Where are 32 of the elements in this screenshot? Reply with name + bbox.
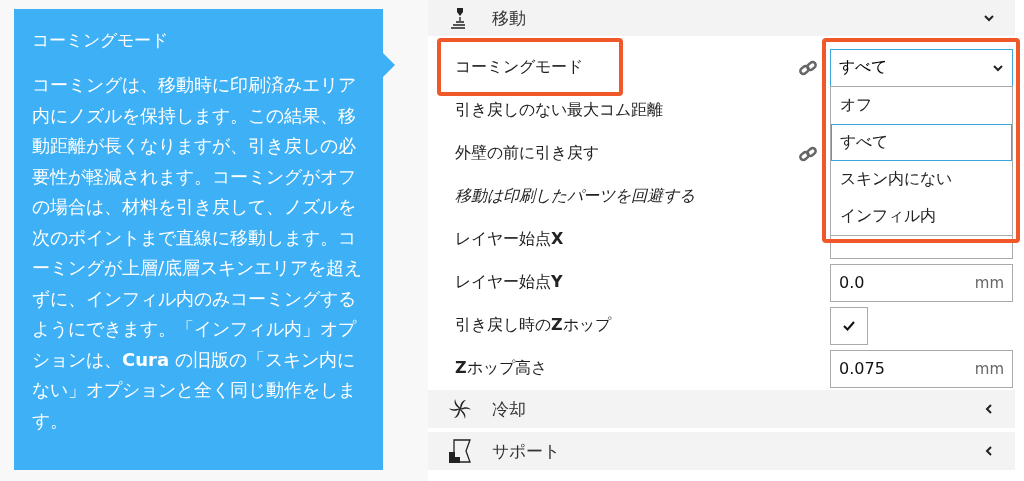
dropdown-option[interactable]: インフィル内 — [831, 198, 1012, 235]
unit-label: mm — [974, 273, 1004, 292]
checkbox[interactable] — [830, 306, 868, 345]
section-header[interactable]: 移動 — [428, 0, 1015, 36]
unit-label: mm — [974, 359, 1004, 378]
section-title: サポート — [492, 439, 561, 463]
chevron-left-icon — [983, 445, 995, 457]
chevron-left-icon — [983, 403, 995, 415]
chevron-down-icon — [983, 12, 995, 24]
setting-label: 引き戻しのない最大コム距離 — [455, 100, 664, 121]
dropdown-option[interactable]: すべて — [831, 124, 1012, 161]
dropdown-option[interactable]: スキン内にない — [831, 161, 1012, 198]
tooltip-title: コーミングモード — [32, 29, 169, 52]
dropdown-option[interactable]: オフ — [831, 87, 1012, 124]
setting-label: 移動は印刷したパーツを回避する — [455, 186, 696, 207]
dropdown[interactable]: すべて — [830, 48, 1013, 87]
number-field[interactable]: 0.075 mm — [830, 349, 1013, 388]
section-header[interactable]: サポート — [428, 432, 1015, 470]
setting-label: コーミングモード — [455, 57, 584, 78]
setting-label: 引き戻し時のZホップ — [455, 315, 613, 336]
section-header[interactable]: 冷却 — [428, 390, 1015, 428]
number-field[interactable]: 0.0 mm — [830, 263, 1013, 302]
tooltip-text: コーミングは、移動時に印刷済みエリア内にノズルを保持します。この結果、移動距離が長くなりますが、引き戻しの必要性が軽減されます。コーミングがオフの場合は、材料を引き戻して、ノズルを次のポイントまで直線に移動します。コーミングが上層/底層スキンエリアを超えずに、インフィル内のみコーミングするようにできます。「インフィル内」オプションは、Cura の旧版の「スキン内にない」オプションと全く同じ動作をします。 — [32, 73, 364, 433]
setting-label: Zホップ高さ — [455, 358, 548, 379]
section-title: 冷却 — [492, 397, 527, 421]
checkmark-icon — [842, 319, 856, 332]
setting-label: レイヤー始点X — [455, 229, 565, 250]
setting-label: レイヤー始点Y — [455, 272, 564, 293]
support-icon — [448, 438, 472, 464]
section-title: 移動 — [492, 6, 527, 30]
setting-label: 外壁の前に引き戻す — [455, 143, 600, 164]
fan-icon — [448, 397, 472, 421]
